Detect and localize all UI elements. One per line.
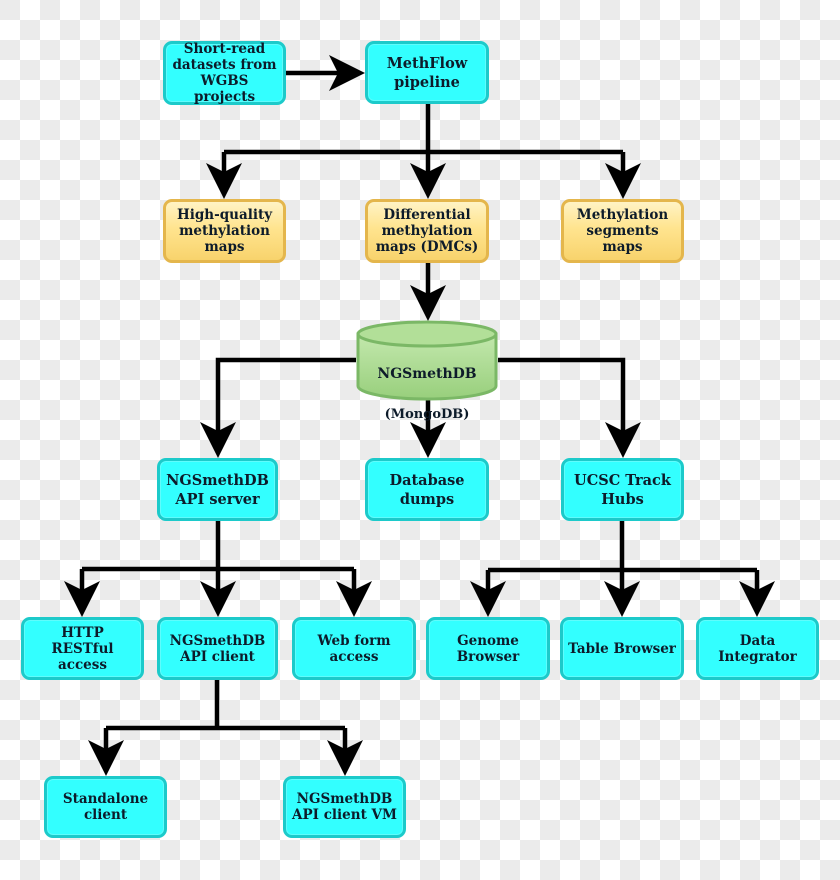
database-title: NGSmethDB: [377, 366, 477, 382]
node-methflow-pipeline: MethFlow pipeline: [365, 41, 489, 104]
node-standalone-client: Standalone client: [44, 776, 167, 838]
node-table-browser: Table Browser: [560, 617, 684, 680]
node-database-cylinder: NGSmethDB (MongoDB): [356, 320, 498, 422]
node-segments-maps: Methylation segments maps: [561, 199, 684, 263]
node-differential-maps: Differential methylation maps (DMCs): [365, 199, 489, 263]
node-genome-browser: Genome Browser: [426, 617, 550, 680]
node-ucsc-track-hubs: UCSC Track Hubs: [561, 458, 684, 521]
node-http-restful-access: HTTP RESTful access: [21, 617, 144, 680]
edge-database-left-bar: [200, 357, 356, 458]
database-subtitle: (MongoDB): [384, 407, 470, 422]
node-database-dumps: Database dumps: [365, 458, 489, 521]
node-short-read-datasets: Short-read datasets from WGBS projects: [163, 41, 286, 105]
node-api-client: NGSmethDB API client: [157, 617, 278, 680]
node-data-integrator: Data Integrator: [696, 617, 819, 680]
edge-database-right-bar: [498, 357, 641, 458]
node-api-client-vm: NGSmethDB API client VM: [283, 776, 406, 838]
connectors: [64, 55, 775, 776]
node-high-quality-maps: High-quality methylation maps: [163, 199, 286, 263]
node-api-server: NGSmethDB API server: [157, 458, 278, 521]
node-web-form-access: Web form access: [292, 617, 416, 680]
